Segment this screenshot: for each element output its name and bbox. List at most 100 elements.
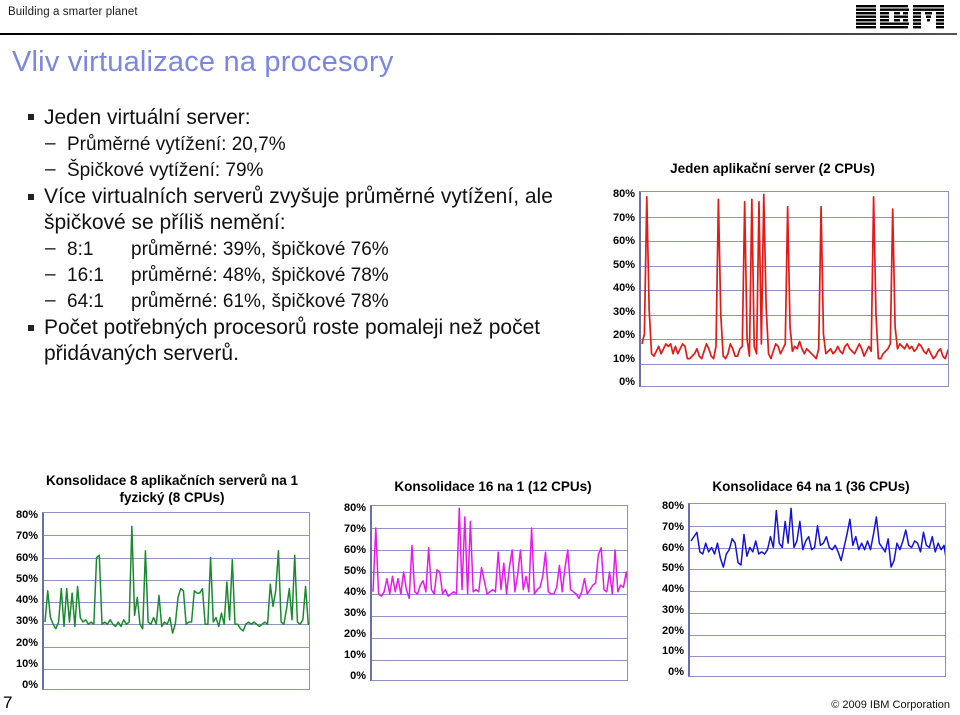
slide-root: Building a smarter planet Vliv virtualiz… [0,0,960,715]
bullet-text: Více virtualních serverů zvyšuje průměrn… [44,185,553,234]
ibm-logo-icon [856,5,948,31]
chart-y-tick: 80% [612,188,635,200]
bullet-item: Počet potřebných procesorů roste pomalej… [14,315,589,367]
chart-axis-tick [370,594,372,595]
chart-y-tick: 30% [661,603,684,616]
chart-y-tick: 10% [343,649,366,661]
chart-y-tick: 80% [15,509,38,521]
chart-one-app-server: Jeden aplikační server (2 CPUs) 80% 70% 60… [595,160,950,391]
chart-axis-tick [42,624,44,625]
page-number: 7 [3,693,13,712]
chart-axis-tick [639,266,641,267]
bullet-square-icon [28,114,34,120]
chart-y-axis: 80% 70% 60% 50% 40% 30% 20% 10% 0% [648,500,688,678]
chart-y-tick: 50% [661,562,684,575]
chart-y-tick: 20% [661,624,684,637]
chart-consolidation-16: Konsolidace 16 na 1 (12 CPUs) 80% 70% 60% 5… [330,478,630,685]
chart-y-tick: 40% [612,282,635,294]
chart-series-line [690,507,945,568]
chart-title: Konsolidace 16 na 1 (12 CPUs) [394,479,592,494]
bullet-item: – 16:1 průměrné: 48%, špičkové 78% [14,263,589,289]
chart-y-tick: 80% [343,502,366,514]
header-tagline: Building a smarter planet [8,6,138,18]
chart-axis-tick [42,669,44,670]
chart-y-tick: 10% [612,352,635,365]
bullet-list: Jeden virtuální server: – Průměrné vytíž… [14,104,589,368]
chart-y-tick: 50% [343,565,366,577]
chart-y-tick: 0% [22,679,38,691]
bullet-item: – 8:1 průměrné: 39%, špičkové 76% [14,237,589,263]
chart-axis-tick [639,364,641,365]
bullet-ratio: 16:1 [67,265,104,286]
chart-y-tick: 10% [661,645,684,658]
chart-axis-tick [688,613,690,614]
bullet-text: průměrné: 39%, špičkové 76% [131,239,389,260]
chart-title: Jeden aplikační server (2 CPUs) [670,161,875,176]
header-divider [0,33,957,35]
chart-axis-tick [688,635,690,636]
bullet-square-icon [28,325,34,331]
chart-axis-tick [370,660,372,661]
chart-axis-tick [639,339,641,340]
chart-axis-tick [688,656,690,657]
bullet-item: – 64:1 průměrné: 61%, špičkové 78% [14,289,589,315]
bullet-dash-icon: – [45,159,56,180]
copyright-notice: © 2009 IBM Corporation [831,699,950,711]
chart-axis-tick [688,591,690,592]
chart-y-tick: 50% [612,258,635,271]
chart-axis-tick [42,558,44,559]
chart-axis-tick [42,602,44,603]
chart-axis-tick [639,217,641,218]
chart-axis-tick [639,241,641,242]
chart-axis-tick [42,535,44,536]
chart-y-tick: 60% [15,551,38,564]
bullet-text: Špičkové vytížení: 79% [67,160,264,181]
chart-y-tick: 0% [350,670,366,682]
chart-axis-tick [688,548,690,549]
chart-y-axis: 80% 70% 60% 50% 40% 30% 20% 10% 0% [330,502,370,682]
chart-axis-tick [370,550,372,551]
chart-axis-tick [688,526,690,527]
bullet-ratio: 8:1 [67,239,94,260]
chart-axis-tick [370,572,372,573]
chart-y-axis: 80% 70% 60% 50% 40% 30% 20% 10% 0% [595,188,639,388]
bullet-item: Jeden virtuální server: [14,104,589,131]
chart-y-tick: 20% [612,329,635,341]
chart-axis-tick [639,315,641,316]
bullet-item: – Průměrné vytížení: 20,7% [14,132,589,158]
chart-axis-tick [42,513,44,514]
bullet-text: Jeden virtuální server: [44,106,251,129]
chart-axis-tick [370,638,372,639]
chart-y-tick: 50% [15,572,38,585]
bullet-text: průměrné: 61%, špičkové 78% [131,291,389,312]
chart-axis-tick [42,647,44,648]
bullet-item: Více virtualních serverů zvyšuje průměrn… [14,184,589,236]
bullet-square-icon [28,194,34,200]
chart-y-tick: 0% [619,376,635,388]
bullet-text: Počet potřebných procesorů roste pomalej… [44,316,541,365]
chart-y-tick: 40% [661,583,684,595]
chart-axis-tick [688,504,690,505]
chart-title: Konsolidace 8 aplikačních serverů na 1 f… [45,473,299,505]
chart-axis-tick [370,616,372,617]
bullet-dash-icon: – [45,290,56,311]
chart-title: Konsolidace 64 na 1 (36 CPUs) [712,479,910,494]
chart-y-tick: 80% [661,500,684,512]
chart-y-tick: 40% [15,594,38,606]
page-title: Vliv virtualizace na procesory [12,46,394,78]
chart-axis-tick [42,580,44,581]
chart-y-tick: 20% [15,636,38,649]
chart-y-axis: 80% 70% 60% 50% 40% 30% 20% 10% 0% [2,509,42,691]
chart-y-tick: 30% [15,615,38,628]
chart-y-tick: 40% [343,586,366,598]
chart-y-tick: 70% [612,211,635,224]
chart-y-tick: 60% [343,544,366,556]
bullet-dash-icon: – [45,238,56,259]
bullet-dash-icon: – [45,133,56,154]
chart-axis-tick [639,192,641,193]
chart-plot-area [42,512,310,690]
chart-axis-tick [370,506,372,507]
chart-series-line [372,507,627,600]
chart-y-tick: 20% [343,628,366,640]
bullet-dash-icon: – [45,264,56,285]
